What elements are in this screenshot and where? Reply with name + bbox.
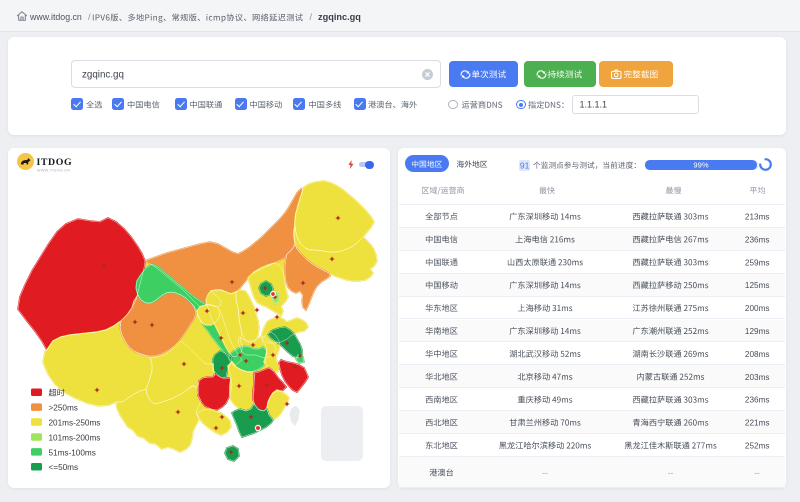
svg-text:ITDOG: ITDOG (37, 157, 73, 168)
svg-text:221ms: 221ms (745, 419, 770, 428)
svg-text:203ms: 203ms (745, 373, 770, 382)
svg-text:201ms-250ms: 201ms-250ms (49, 419, 101, 428)
svg-text:129ms: 129ms (745, 327, 770, 336)
svg-text:208ms: 208ms (745, 350, 770, 359)
svg-text:/: / (88, 12, 91, 22)
svg-text:/: / (310, 12, 313, 22)
svg-text:236ms: 236ms (745, 396, 770, 405)
svg-text:99%: 99% (693, 160, 708, 169)
svg-text:www.itdog.cn: www.itdog.cn (29, 12, 82, 22)
svg-text:--: -- (542, 469, 548, 478)
svg-text:125ms: 125ms (745, 281, 770, 290)
svg-text:WWW.ITDOG.CN: WWW.ITDOG.CN (37, 168, 70, 172)
svg-text:zgqinc.gq: zgqinc.gq (82, 70, 124, 81)
svg-text:<=50ms: <=50ms (49, 463, 79, 472)
svg-text:213ms: 213ms (745, 212, 770, 221)
svg-text:--: -- (668, 469, 674, 478)
svg-text:259ms: 259ms (745, 258, 770, 267)
svg-text:>250ms: >250ms (49, 404, 78, 413)
svg-text:51ms-100ms: 51ms-100ms (49, 448, 96, 457)
svg-text:--: -- (754, 469, 760, 478)
svg-text:236ms: 236ms (745, 235, 770, 244)
svg-text:1.1.1.1: 1.1.1.1 (580, 100, 608, 110)
svg-text:200ms: 200ms (745, 304, 770, 313)
svg-text:101ms-200ms: 101ms-200ms (49, 433, 101, 442)
svg-text:252ms: 252ms (745, 441, 770, 450)
svg-text:zgqinc.gq: zgqinc.gq (318, 12, 361, 22)
svg-text:91: 91 (520, 160, 530, 170)
